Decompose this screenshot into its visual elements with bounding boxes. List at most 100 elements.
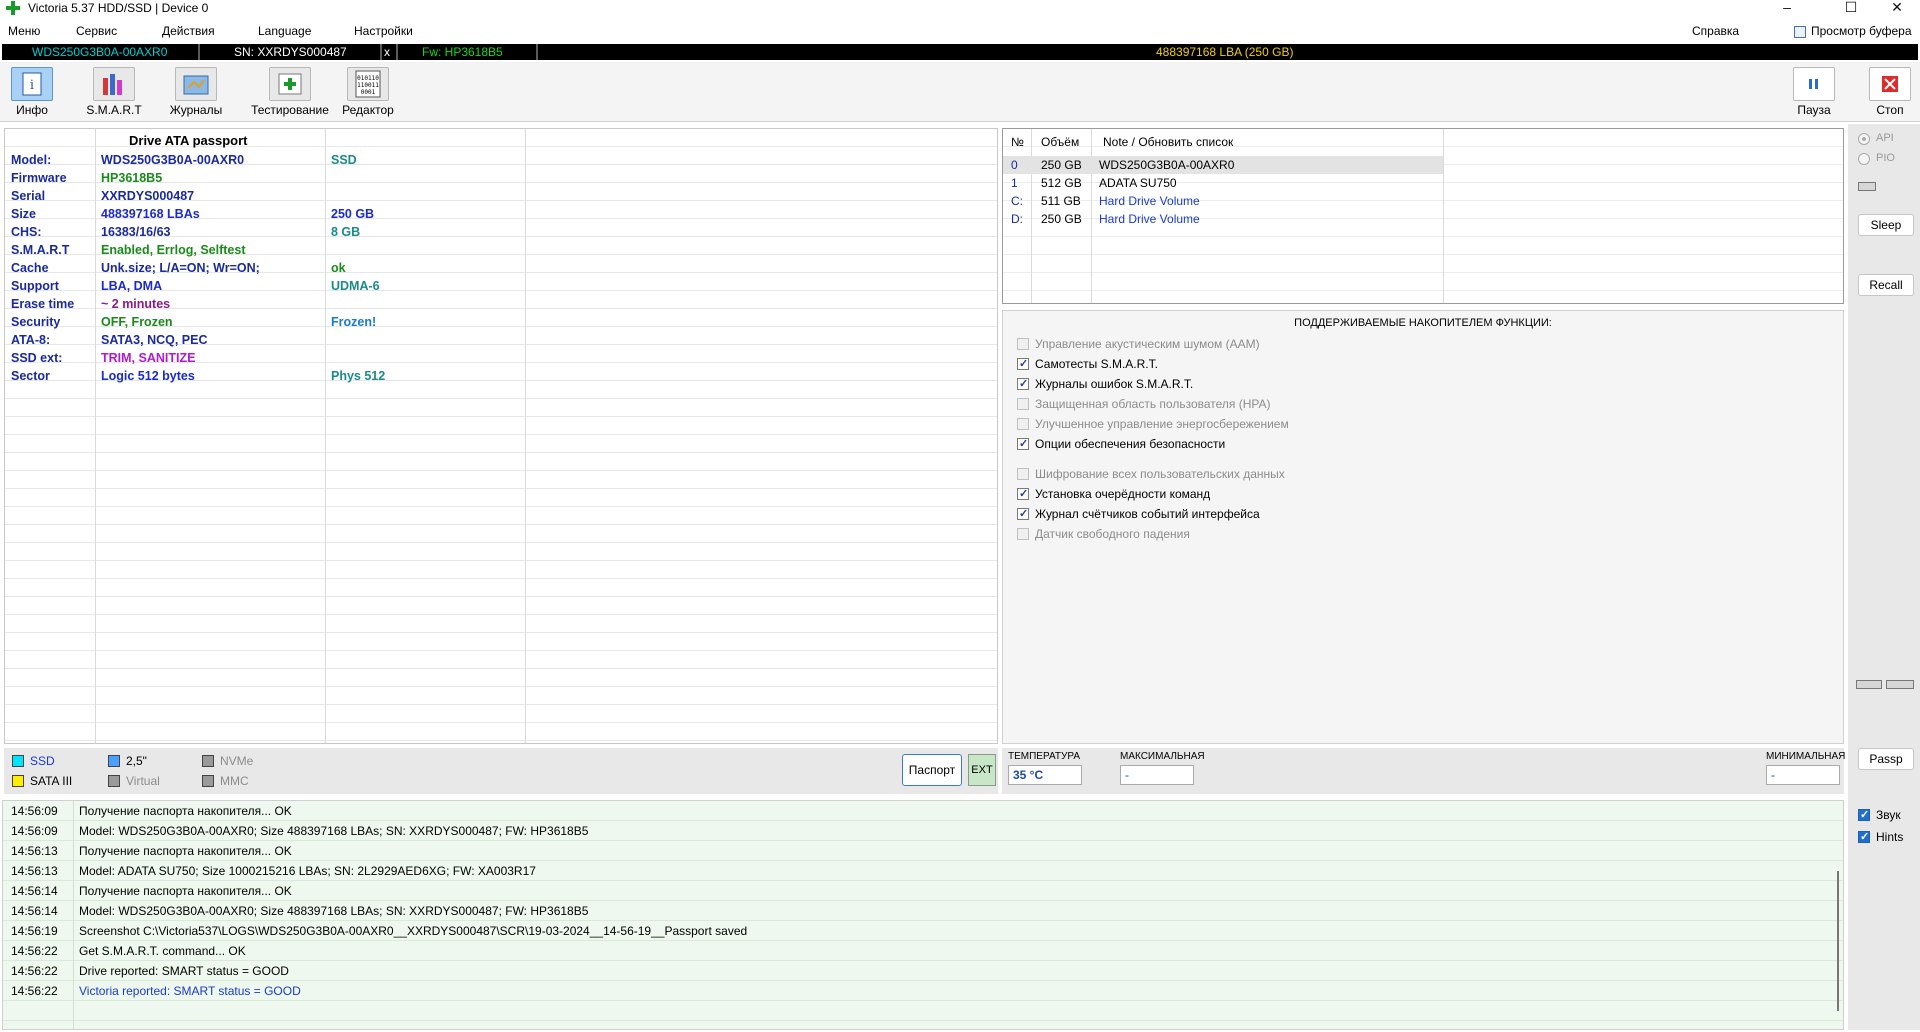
menu-actions[interactable]: Действия [162,24,215,38]
passport-key: ATA-8: [11,333,51,347]
feature-label: Установка очерёдности команд [1035,487,1211,501]
passport-row: Sector Logic 512 bytes Phys 512 [5,367,995,385]
passport-button[interactable]: Паспорт [902,754,962,786]
device-model: WDS250G3B0A-00AXR0 [1099,158,1235,172]
tab-testing-label: Тестирование [251,103,329,117]
drive-serial-label: SN: XXRDYS000487 [234,45,347,59]
log-message: Получение паспорта накопителя... OK [79,804,292,818]
divider [396,44,398,60]
drive-close-x[interactable]: x [384,44,390,60]
maximize-button[interactable]: ☐ [1828,0,1874,16]
pause-button[interactable]: Пауза [1776,64,1852,120]
log-time: 14:56:22 [11,944,58,958]
device-header-note[interactable]: Note / Обновить список [1103,135,1233,149]
menu-main[interactable]: Меню [8,24,40,38]
drive-capacity-label: 488397168 LBA (250 GB) [1156,45,1294,59]
small-toggle-left[interactable] [1856,680,1882,689]
menu-help[interactable]: Справка [1692,24,1739,38]
log-message: Model: WDS250G3B0A-00AXR0; Size 48839716… [79,904,589,918]
device-row[interactable]: 0 250 GB WDS250G3B0A-00AXR0 [1003,156,1443,174]
passport-row: S.M.A.R.T Enabled, Errlog, Selftest [5,241,995,259]
legend-virtual-swatch [108,775,120,787]
log-entry: 14:56:22 Victoria reported: SMART status … [3,981,1833,1001]
passport-row: ATA-8: SATA3, NCQ, PEC [5,331,995,349]
menu-language[interactable]: Language [258,24,311,38]
features-title: ПОДДЕРЖИВАЕМЫЕ НАКОПИТЕЛЕМ ФУНКЦИИ: [1294,317,1552,329]
app-logo-icon [6,1,20,15]
port-indicator [1858,182,1876,191]
tab-logs[interactable]: Журналы [158,64,234,120]
feature-checkbox[interactable] [1017,487,1029,501]
feature-checkbox [1017,468,1029,480]
minimize-button[interactable]: – [1764,0,1810,16]
device-row[interactable]: D: 250 GB Hard Drive Volume [1003,210,1443,228]
tab-info-label: Инфо [16,103,48,117]
passport-value: TRIM, SANITIZE [101,351,196,365]
passport-key: SSD ext: [11,351,63,365]
info-icon: i [11,67,53,101]
log-entry: 14:56:13 Получение паспорта накопителя...… [3,841,1833,861]
small-toggle-right[interactable] [1886,680,1914,689]
device-model: Hard Drive Volume [1099,194,1200,208]
device-row[interactable]: 1 512 GB ADATA SU750 [1003,174,1443,192]
recall-button[interactable]: Recall [1858,274,1914,296]
menu-settings[interactable]: Настройки [354,24,413,38]
sleep-button[interactable]: Sleep [1858,214,1914,236]
passport-value: OFF, Frozen [101,315,173,329]
device-model: ADATA SU750 [1099,176,1177,190]
divider [536,44,538,60]
feature-label: Улучшенное управление энергосбережением [1035,417,1289,431]
max-temperature-label: МАКСИМАЛЬНАЯ [1120,751,1205,762]
buffer-view-icon[interactable] [1794,26,1806,38]
feature-checkbox[interactable] [1017,357,1029,371]
passport-value: HP3618B5 [101,171,163,185]
log-time: 14:56:19 [11,924,58,938]
menu-buffer-view[interactable]: Просмотр буфера [1811,24,1912,38]
stop-button[interactable]: Стоп [1852,64,1920,120]
feature-checkbox [1017,398,1029,410]
device-model: Hard Drive Volume [1099,212,1200,226]
passport-value: LBA, DMA [101,279,163,293]
feature-label: Журналы ошибок S.M.A.R.T. [1035,377,1194,391]
pio-radio[interactable]: PIO [1858,152,1918,166]
passport-key: Size [11,207,37,221]
device-num: 1 [1011,176,1018,190]
passport-value: WDS250G3B0A-00AXR0 [101,153,245,167]
legend-nvme-swatch [202,755,214,767]
tab-editor[interactable]: 010110 110011 0001 Редактор [330,64,406,120]
passport-extra: Frozen! [331,315,377,329]
passport-extra: 8 GB [331,225,361,239]
log-entry: 14:56:22 Get S.M.A.R.T. command... OK [3,941,1833,961]
log-message: Model: WDS250G3B0A-00AXR0; Size 48839716… [79,824,589,838]
tab-info[interactable]: i Инфо [0,64,70,120]
tab-testing[interactable]: Тестирование [246,64,334,120]
menu-service[interactable]: Сервис [76,24,117,38]
min-temperature-label: МИНИМАЛЬНАЯ [1766,751,1846,762]
passp-button[interactable]: Passp [1858,748,1914,770]
legend-mmc-swatch [202,775,214,787]
feature-checkbox[interactable] [1017,377,1029,391]
feature-checkbox [1017,418,1029,430]
passport-row: Serial XXRDYS000487 [5,187,995,205]
window-title: Victoria 5.37 HDD/SSD | Device 0 [28,1,209,15]
feature-label: Опции обеспечения безопасности [1035,437,1226,451]
device-row[interactable]: C: 511 GB Hard Drive Volume [1003,192,1443,210]
device-list: № Объём Note / Обновить список 0 250 GB WD… [1002,128,1844,304]
log-time: 14:56:13 [11,844,58,858]
log-entry: 14:56:13 Model: ADATA SU750; Size 1000215… [3,861,1833,881]
feature-checkbox[interactable] [1017,437,1029,451]
legend-sata-swatch [12,775,24,787]
close-window-button[interactable]: ✕ [1874,0,1920,16]
log-scrollbar[interactable] [1837,871,1839,1011]
log-entry: 14:56:09 Model: WDS250G3B0A-00AXR0; Size … [3,821,1833,841]
tab-smart[interactable]: S.M.A.R.T [76,64,152,120]
passport-row: Security OFF, Frozen Frozen! [5,313,995,331]
hints-label: Hints [1876,830,1904,844]
api-radio[interactable]: API [1858,132,1918,146]
feature-checkbox[interactable] [1017,507,1029,521]
passport-value: 488397168 LBAs [101,207,200,221]
ext-button[interactable]: EXT [968,754,996,786]
drive-status-strip: WDS250G3B0A-00AXR0 SN: XXRDYS000487 x Fw… [2,44,1918,60]
event-log[interactable]: 14:56:09 Получение паспорта накопителя...… [2,800,1844,1030]
passport-extra: 250 GB [331,207,375,221]
